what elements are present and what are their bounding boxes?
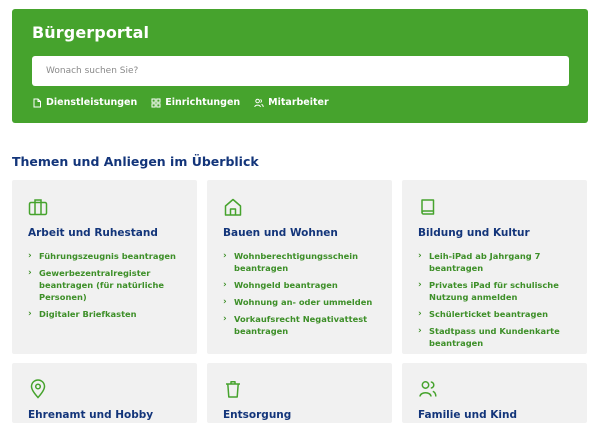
card-link-list: › Wohnberechtigungsschein beantragen › Woh…: [223, 250, 385, 342]
chevron-right-icon: ›: [418, 251, 422, 261]
card-link[interactable]: › Leih-iPad ab Jahrgang 7 beantragen: [418, 250, 580, 274]
card-link[interactable]: › Vorkaufsrecht Negativattest beantragen: [223, 313, 385, 337]
card-link[interactable]: › Gewerbezentralregister beantragen (für …: [28, 267, 190, 303]
nav-label: Einrichtungen: [165, 97, 241, 108]
chevron-right-icon: ›: [223, 251, 227, 261]
card-link[interactable]: › Führungszeugnis beantragen: [28, 250, 190, 262]
card-title: Familie und Kind: [418, 409, 518, 421]
chevron-right-icon: ›: [28, 309, 32, 319]
chevron-right-icon: ›: [418, 280, 422, 290]
nav-dienstleistungen[interactable]: Dienstleistungen: [32, 97, 137, 108]
app-title: Bürgerportal: [32, 23, 150, 42]
card-link[interactable]: › Privates iPad für schulische Nutzung an…: [418, 279, 580, 303]
search-input[interactable]: [32, 56, 569, 86]
chevron-right-icon: ›: [418, 309, 422, 319]
nav-label: Mitarbeiter: [268, 97, 329, 108]
topic-card-bauen[interactable]: Bauen und Wohnen › Wohnberechtigungsschei…: [207, 180, 392, 354]
briefcase-icon: [28, 197, 48, 217]
chevron-right-icon: ›: [28, 251, 32, 261]
card-title: Bauen und Wohnen: [223, 227, 338, 239]
map-pin-icon: [28, 379, 48, 399]
grid-icon: [151, 98, 161, 108]
card-link[interactable]: › Wohnung an- oder ummelden: [223, 296, 385, 308]
nav-label: Dienstleistungen: [46, 97, 138, 108]
card-link[interactable]: › Wohngeld beantragen: [223, 279, 385, 291]
nav-einrichtungen[interactable]: Einrichtungen: [151, 97, 240, 108]
nav-mitarbeiter[interactable]: Mitarbeiter: [254, 97, 329, 108]
topic-card-familie[interactable]: Familie und Kind: [402, 363, 587, 423]
card-title: Ehrenamt und Hobby: [28, 409, 154, 421]
header-banner: Bürgerportal Dienstleistungen Einrichtun…: [12, 9, 588, 123]
card-link-list: › Führungszeugnis beantragen › Gewerbezent…: [28, 250, 190, 325]
card-title: Bildung und Kultur: [418, 227, 530, 239]
card-link[interactable]: › Wohnberechtigungsschein beantragen: [223, 250, 385, 274]
section-title: Themen und Anliegen im Überblick: [12, 154, 259, 169]
chevron-right-icon: ›: [223, 297, 227, 307]
chevron-right-icon: ›: [418, 326, 422, 336]
card-title: Entsorgung: [223, 409, 292, 421]
card-link[interactable]: › Schülerticket beantragen: [418, 308, 580, 320]
topic-card-ehrenamt[interactable]: Ehrenamt und Hobby: [12, 363, 197, 423]
topic-card-bildung[interactable]: Bildung und Kultur › Leih-iPad ab Jahrgan…: [402, 180, 587, 354]
card-link[interactable]: › Digitaler Briefkasten: [28, 308, 190, 320]
family-icon: [418, 379, 438, 399]
card-link-list: › Leih-iPad ab Jahrgang 7 beantragen › Pri…: [418, 250, 580, 354]
chevron-right-icon: ›: [223, 280, 227, 290]
chevron-right-icon: ›: [28, 268, 32, 278]
chevron-right-icon: ›: [223, 314, 227, 324]
house-icon: [223, 197, 243, 217]
search-box[interactable]: [32, 56, 569, 86]
topic-card-arbeit[interactable]: Arbeit und Ruhestand › Führungszeugnis be…: [12, 180, 197, 354]
card-title: Arbeit und Ruhestand: [28, 227, 158, 239]
people-icon: [254, 98, 264, 107]
header-nav: Dienstleistungen Einrichtungen Mitarbeit…: [32, 97, 329, 108]
document-icon: [33, 98, 41, 107]
book-icon: [418, 197, 438, 217]
topic-card-entsorgung[interactable]: Entsorgung: [207, 363, 392, 423]
trash-icon: [223, 379, 243, 399]
card-link[interactable]: › Stadtpass und Kundenkarte beantragen: [418, 325, 580, 349]
